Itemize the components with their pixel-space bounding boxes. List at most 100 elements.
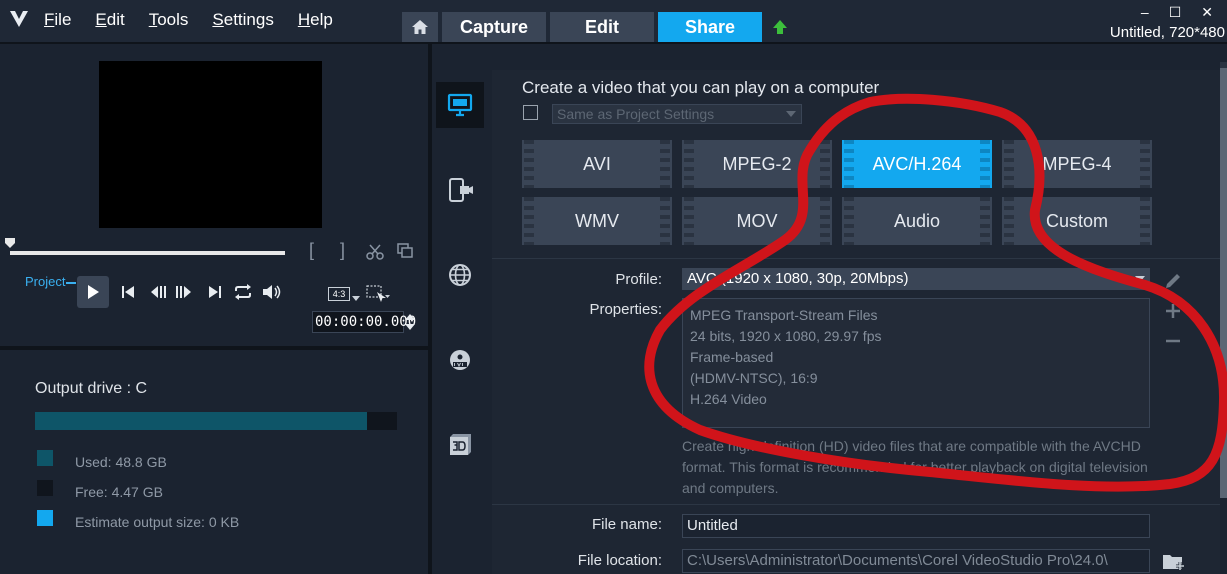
category-computer[interactable] [436, 82, 484, 128]
next-frame-button[interactable] [174, 282, 194, 302]
file-name-input[interactable]: Untitled [682, 514, 1150, 538]
category-web[interactable] [436, 252, 484, 298]
edit-profile-icon[interactable] [1164, 272, 1182, 290]
used-legend-swatch [37, 450, 53, 466]
previous-frame-button[interactable] [148, 282, 168, 302]
monitor-icon [447, 93, 473, 117]
project-mode-label[interactable]: Project [25, 274, 65, 289]
title-bar: File Edit Tools Settings Help Capture Ed… [0, 0, 1227, 44]
format-label: WMV [575, 210, 619, 231]
add-profile-icon[interactable] [1164, 302, 1182, 320]
property-line: Frame-based [690, 349, 774, 365]
menu-bar: File Edit Tools Settings Help [44, 10, 357, 30]
properties-label: Properties: [589, 301, 662, 318]
section-separator [492, 258, 1220, 259]
property-line: 24 bits, 1920 x 1080, 29.97 fps [690, 328, 882, 344]
minimize-button[interactable]: – [1141, 4, 1149, 21]
format-mov-button[interactable]: MOV [682, 197, 832, 245]
enlarge-preview-icon[interactable] [397, 243, 413, 259]
timecode-stepper-icon[interactable] [404, 311, 416, 333]
upload-button[interactable] [766, 12, 794, 42]
tab-home[interactable] [402, 12, 438, 42]
disk-usage-fill [35, 412, 367, 430]
format-avi-button[interactable]: AVI [522, 140, 672, 188]
scrubber-track[interactable] [10, 251, 285, 255]
scissors-icon[interactable] [366, 243, 384, 261]
scrollbar-thumb[interactable] [1220, 68, 1227, 498]
scrubber-handle[interactable] [4, 237, 16, 249]
film-perforation [980, 197, 990, 245]
property-line: MPEG Transport-Stream Files [690, 307, 878, 323]
format-wmv-button[interactable]: WMV [522, 197, 672, 245]
share-category-sidebar [432, 70, 492, 574]
category-3d[interactable] [436, 422, 484, 468]
estimate-size-label: Estimate output size: 0 KB [75, 514, 240, 530]
maximize-button[interactable]: ☐ [1169, 4, 1182, 21]
skip-end-icon [209, 286, 221, 298]
format-label: AVI [583, 153, 611, 174]
play-button[interactable] [77, 276, 109, 308]
crop-display-icon[interactable] [366, 285, 390, 303]
film-perforation [1004, 140, 1014, 188]
mark-out-button[interactable]: ] [340, 240, 345, 261]
play-icon [88, 285, 99, 299]
close-button[interactable]: ✕ [1201, 4, 1213, 21]
tab-capture[interactable]: Capture [442, 12, 546, 42]
volume-button[interactable] [262, 282, 282, 302]
file-location-input[interactable]: C:\Users\Administrator\Documents\Corel V… [682, 549, 1150, 573]
format-label: MPEG-2 [722, 153, 792, 174]
category-device[interactable] [436, 167, 484, 213]
film-perforation [660, 140, 670, 188]
browse-folder-icon[interactable] [1162, 550, 1186, 572]
same-as-project-checkbox[interactable] [523, 105, 538, 120]
repeat-button[interactable] [233, 282, 253, 302]
share-settings-panel: Create a video that you can play on a co… [492, 70, 1220, 574]
repeat-icon [235, 284, 251, 300]
remove-profile-icon[interactable] [1164, 332, 1182, 350]
go-to-end-button[interactable] [205, 282, 225, 302]
settings-scrollbar[interactable] [1220, 62, 1227, 498]
film-perforation [524, 197, 534, 245]
menu-edit[interactable]: Edit [95, 10, 124, 30]
film-perforation [844, 140, 854, 188]
menu-help[interactable]: Help [298, 10, 333, 30]
dvd-disc-icon [450, 350, 470, 370]
tab-edit[interactable]: Edit [550, 12, 654, 42]
menu-settings[interactable]: Settings [212, 10, 273, 30]
format-avc-h264-button[interactable]: AVC/H.264 [842, 140, 992, 188]
app-logo-icon [10, 11, 28, 27]
project-info: Untitled, 720*480 [1109, 24, 1225, 41]
film-perforation [660, 197, 670, 245]
format-mpeg4-button[interactable]: MPEG-4 [1002, 140, 1152, 188]
mark-in-button[interactable]: [ [309, 240, 314, 261]
film-perforation [980, 140, 990, 188]
preview-window [99, 61, 322, 228]
profile-select[interactable]: AVC (1920 x 1080, 30p, 20Mbps) [682, 268, 1150, 290]
profile-dropdown-icon [1135, 276, 1145, 282]
property-line: (HDMV-NTSC), 16:9 [690, 370, 818, 386]
same-as-project-dropdown-icon [786, 111, 796, 117]
format-label: AVC/H.264 [872, 153, 962, 174]
same-as-project-select[interactable]: Same as Project Settings [552, 104, 802, 124]
format-label: MOV [736, 210, 778, 231]
timecode-field[interactable]: 00:00:00.000 [312, 311, 416, 333]
estimate-legend-swatch [37, 510, 53, 526]
tab-share[interactable]: Share [658, 12, 762, 42]
menu-file[interactable]: File [44, 10, 71, 30]
film-perforation [684, 197, 694, 245]
format-label: Audio [893, 210, 941, 231]
properties-box: MPEG Transport-Stream Files 24 bits, 192… [682, 298, 1150, 428]
format-custom-button[interactable]: Custom [1002, 197, 1152, 245]
property-line: H.264 Video [690, 391, 767, 407]
skip-start-icon [122, 286, 134, 298]
go-to-start-button[interactable] [118, 282, 138, 302]
format-mpeg2-button[interactable]: MPEG-2 [682, 140, 832, 188]
project-mode-indicator [66, 282, 76, 284]
format-audio-button[interactable]: Audio [842, 197, 992, 245]
category-disc[interactable] [436, 337, 484, 383]
share-heading: Create a video that you can play on a co… [522, 78, 880, 97]
menu-tools[interactable]: Tools [149, 10, 189, 30]
aspect-ratio-button[interactable]: 4:3 [328, 287, 350, 301]
free-space-label: Free: 4.47 GB [75, 484, 163, 500]
aspect-dropdown-icon[interactable] [352, 296, 360, 302]
